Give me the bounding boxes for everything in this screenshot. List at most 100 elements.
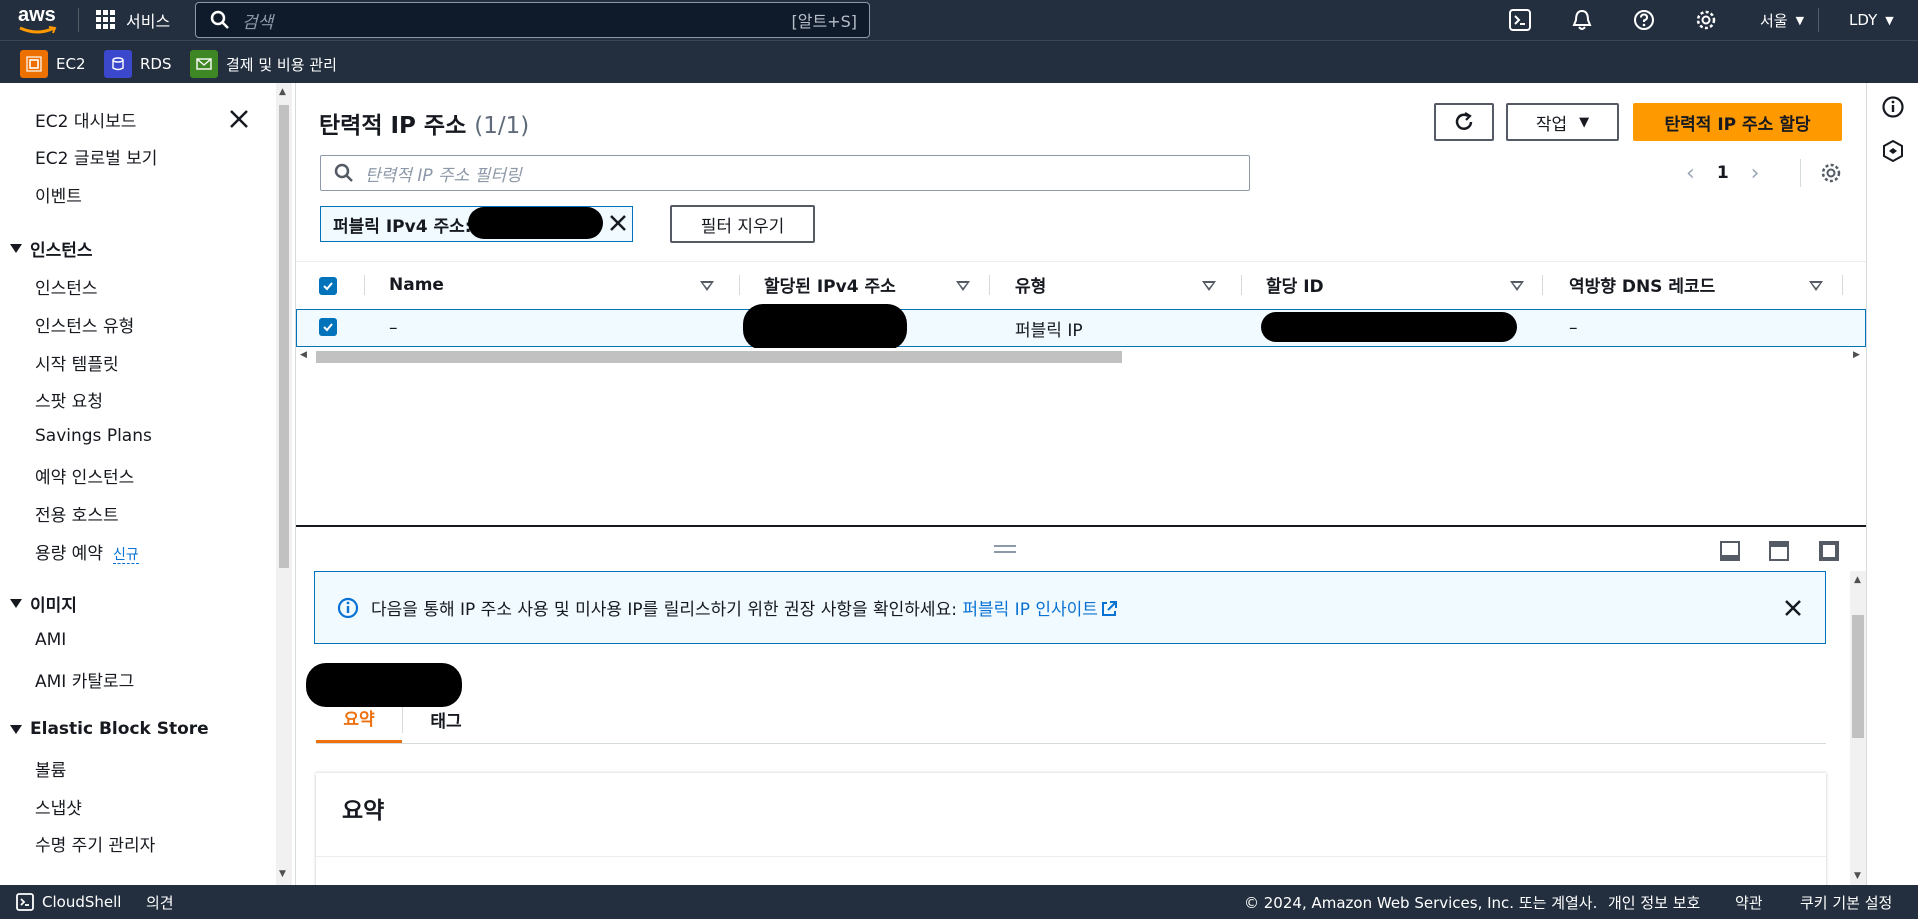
column-header-allocation-id[interactable]: 할당 ID (1266, 261, 1324, 308)
scroll-up-icon[interactable]: ▲ (1854, 575, 1861, 585)
sidebar-section-instances[interactable]: 인스턴스 (10, 236, 93, 261)
select-all-checkbox[interactable] (319, 277, 337, 295)
filter-search-input[interactable]: 탄력적 IP 주소 필터링 (320, 155, 1250, 191)
favorite-ec2[interactable]: EC2 (20, 50, 86, 78)
settings-button[interactable] (1686, 0, 1726, 40)
allocate-elastic-ip-button[interactable]: 탄력적 IP 주소 할당 (1633, 103, 1842, 141)
sidebar-item-instance-types[interactable]: 인스턴스 유형 (35, 312, 134, 337)
sidebar-scrollbar[interactable]: ▲ ▼ (276, 83, 292, 885)
summary-title: 요약 (342, 798, 385, 824)
column-header-name[interactable]: Name (389, 261, 444, 308)
favorite-billing[interactable]: 결제 및 비용 관리 (190, 50, 337, 78)
favorite-rds[interactable]: RDS (104, 50, 172, 78)
cell-type: 퍼블릭 IP (1015, 320, 1083, 341)
caret-down-icon (10, 724, 22, 734)
scrollbar-thumb[interactable] (316, 351, 1122, 363)
tab-summary[interactable]: 요약 (316, 695, 402, 743)
clear-filters-button[interactable]: 필터 지우기 (670, 205, 815, 243)
sort-icon[interactable] (1809, 281, 1823, 291)
notifications-button[interactable] (1562, 0, 1602, 40)
page-number[interactable]: 1 (1717, 163, 1729, 183)
sidebar-item-instances[interactable]: 인스턴스 (35, 274, 98, 299)
account-menu[interactable]: LDY ▼ (1849, 0, 1894, 40)
scrollbar-thumb[interactable] (279, 105, 289, 568)
close-sidebar-button[interactable] (228, 108, 250, 130)
scroll-left-icon[interactable]: ◀ (300, 350, 307, 360)
sort-icon[interactable] (1510, 281, 1524, 291)
aws-logo[interactable]: aws (16, 4, 62, 36)
split-full-icon[interactable] (1819, 541, 1839, 561)
scroll-up-icon[interactable]: ▲ (279, 87, 286, 97)
column-header-type[interactable]: 유형 (1015, 261, 1046, 308)
tab-tags[interactable]: 태그 (403, 695, 489, 743)
column-header-allocated-ipv4[interactable]: 할당된 IPv4 주소 (764, 261, 896, 308)
sort-icon[interactable] (700, 281, 714, 291)
table-preferences-button[interactable] (1820, 162, 1842, 189)
sidebar-item-dedicated-hosts[interactable]: 전용 호스트 (35, 501, 119, 526)
section-title: 이미지 (30, 596, 77, 616)
sidebar-item-ec2-dashboard[interactable]: EC2 대시보드 (35, 107, 136, 132)
refresh-button[interactable] (1434, 103, 1494, 141)
sidebar-item-snapshots[interactable]: 스냅샷 (35, 794, 82, 819)
sidebar-item-launch-templates[interactable]: 시작 템플릿 (35, 350, 119, 375)
column-divider (1842, 275, 1843, 295)
next-page-button[interactable]: › (1751, 161, 1760, 186)
prev-page-button[interactable]: ‹ (1686, 161, 1695, 186)
split-panel-scrollbar[interactable]: ▲ ▼ (1850, 571, 1866, 887)
scroll-down-icon[interactable]: ▼ (1854, 871, 1861, 881)
ec2-icon (20, 50, 48, 78)
footer-cloudshell-button[interactable]: CloudShell (16, 885, 121, 919)
sidebar-item-events[interactable]: 이벤트 (35, 182, 82, 207)
search-shortcut: [알트+S] (791, 12, 858, 31)
help-button[interactable] (1624, 0, 1664, 40)
table-row[interactable]: – 퍼블릭 IP – (296, 304, 1866, 350)
sort-icon[interactable] (956, 281, 970, 291)
elastic-ip-table: Name 할당된 IPv4 주소 유형 할당 ID 역방향 DNS 레코드 – … (296, 261, 1866, 374)
split-panel-resize-handle[interactable] (994, 545, 1016, 553)
user-label: LDY (1849, 11, 1878, 29)
sort-icon[interactable] (1202, 281, 1216, 291)
sidebar-section-ebs[interactable]: Elastic Block Store (10, 719, 209, 739)
footer-feedback-link[interactable]: 의견 (146, 885, 174, 919)
split-side-icon[interactable] (1769, 541, 1789, 561)
sidebar-section-images[interactable]: 이미지 (10, 591, 77, 616)
sidebar-item-capacity-reservations[interactable]: 용량 예약 신규 (35, 539, 139, 564)
footer-terms-link[interactable]: 약관 (1735, 885, 1763, 919)
region-selector[interactable]: 서울 ▼ (1760, 0, 1804, 40)
public-ip-insights-link[interactable]: 퍼블릭 IP 인사이트 (962, 600, 1098, 620)
global-search-input[interactable]: 검색 [알트+S] (195, 2, 870, 38)
sidebar-item-spot-requests[interactable]: 스팟 요청 (35, 387, 103, 412)
sidebar-item-ami[interactable]: AMI (35, 630, 66, 650)
dismiss-alert-button[interactable] (1783, 598, 1803, 623)
sidebar-item-ami-catalog[interactable]: AMI 카탈로그 (35, 667, 134, 692)
info-message: 다음을 통해 IP 주소 사용 및 미사용 IP를 릴리스하기 위한 권장 사항… (371, 600, 963, 620)
info-panel-button[interactable] (1881, 95, 1905, 119)
footer-privacy-link[interactable]: 개인 정보 보호 (1608, 885, 1700, 919)
split-bottom-icon[interactable] (1720, 541, 1740, 561)
services-label: 서비스 (126, 12, 171, 31)
footer-cookie-preferences-link[interactable]: 쿠키 기본 설정 (1800, 885, 1892, 919)
table-horizontal-scrollbar[interactable]: ◀ ▶ (296, 348, 1866, 364)
gear-icon (1696, 10, 1716, 30)
sidebar-item-reserved-instances[interactable]: 예약 인스턴스 (35, 463, 134, 488)
sidebar-item-ec2-global-view[interactable]: EC2 글로벌 보기 (35, 144, 157, 169)
scroll-right-icon[interactable]: ▶ (1853, 350, 1860, 360)
row-checkbox[interactable] (319, 318, 337, 336)
detail-tabs: 요약 태그 (316, 695, 1826, 744)
column-divider (1241, 275, 1242, 295)
remove-filter-button[interactable] (608, 213, 628, 238)
summary-card: 요약 (316, 772, 1826, 892)
sidebar-item-volumes[interactable]: 볼륨 (35, 756, 66, 781)
services-menu-button[interactable]: 서비스 (96, 0, 170, 40)
tools-panel-button[interactable] (1881, 139, 1905, 163)
cloudshell-button[interactable] (1500, 0, 1540, 40)
sidebar-item-savings-plans[interactable]: Savings Plans (35, 426, 152, 446)
nav-divider (78, 8, 79, 32)
sidebar-item-lifecycle-manager[interactable]: 수명 주기 관리자 (35, 831, 155, 856)
column-header-reverse-dns[interactable]: 역방향 DNS 레코드 (1569, 261, 1715, 308)
scroll-down-icon[interactable]: ▼ (279, 869, 286, 879)
column-header-label: 할당된 IPv4 주소 (764, 277, 896, 297)
search-icon (210, 10, 229, 29)
actions-button[interactable]: 작업 ▼ (1506, 103, 1619, 141)
scrollbar-thumb[interactable] (1852, 615, 1864, 738)
